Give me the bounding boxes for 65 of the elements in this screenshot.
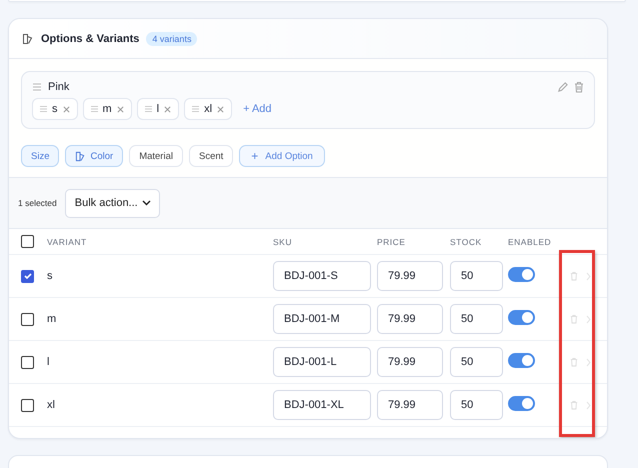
variant-name: l bbox=[47, 356, 50, 368]
section-title: Options & Variants bbox=[41, 32, 140, 44]
value-chip[interactable]: s bbox=[32, 98, 78, 120]
drag-handle-icon[interactable] bbox=[90, 106, 98, 112]
chevron-right-icon[interactable] bbox=[586, 400, 591, 410]
drag-handle-icon[interactable] bbox=[192, 106, 200, 112]
option-type-button[interactable]: Size bbox=[21, 145, 60, 167]
row-checkbox[interactable] bbox=[21, 270, 34, 282]
value-label: l bbox=[156, 103, 160, 115]
drag-handle-icon[interactable] bbox=[32, 83, 42, 91]
row-checkbox[interactable] bbox=[21, 356, 34, 368]
value-label: xl bbox=[204, 103, 212, 115]
price-field[interactable]: 79.99 bbox=[377, 304, 443, 334]
chevron-right-icon[interactable] bbox=[586, 272, 591, 280]
option-type-button[interactable]: Scent bbox=[188, 145, 234, 167]
close-icon[interactable] bbox=[116, 106, 124, 112]
chevron-right-icon[interactable] bbox=[586, 358, 591, 366]
price-field[interactable]: 79.99 bbox=[377, 261, 443, 291]
value-label: s bbox=[52, 103, 58, 115]
stock-field[interactable]: 50 bbox=[450, 347, 503, 377]
drag-handle-icon[interactable] bbox=[144, 106, 152, 112]
sku-field[interactable]: BDJ-001-L bbox=[273, 347, 371, 377]
enabled-toggle[interactable] bbox=[508, 353, 535, 368]
stock-field[interactable]: 50 bbox=[450, 261, 503, 291]
variant-name: xl bbox=[47, 399, 55, 411]
option-type-button[interactable]: Color bbox=[65, 145, 124, 167]
chevron-down-icon bbox=[142, 200, 151, 206]
variant-count-badge: 4 variants bbox=[146, 32, 198, 46]
value-chip[interactable]: xl bbox=[184, 98, 232, 120]
variant-name: s bbox=[47, 270, 52, 282]
row-checkbox[interactable] bbox=[21, 312, 34, 326]
sku-field[interactable]: BDJ-001-S bbox=[273, 261, 371, 291]
column-header: PRICE bbox=[377, 236, 406, 246]
stock-field[interactable]: 50 bbox=[450, 390, 503, 420]
value-label: m bbox=[102, 103, 112, 115]
close-icon[interactable] bbox=[62, 106, 70, 112]
variant-name: m bbox=[47, 313, 56, 325]
edit-icon[interactable] bbox=[557, 82, 568, 92]
close-icon[interactable] bbox=[217, 106, 224, 112]
column-header: SKU bbox=[273, 236, 292, 246]
column-header: STOCK bbox=[450, 236, 482, 246]
select-all-checkbox[interactable] bbox=[21, 235, 34, 248]
price-field[interactable]: 79.99 bbox=[377, 347, 443, 377]
option-type-button[interactable]: Material bbox=[129, 145, 183, 167]
close-icon[interactable] bbox=[164, 106, 172, 112]
enabled-toggle[interactable] bbox=[508, 310, 535, 325]
trash-icon[interactable] bbox=[574, 81, 584, 93]
value-chip[interactable]: m bbox=[82, 98, 132, 120]
selection-count: 1 selected bbox=[18, 198, 57, 208]
option-name: Pink bbox=[48, 81, 70, 93]
check-icon bbox=[22, 271, 32, 281]
layers-icon bbox=[22, 32, 34, 44]
sku-field[interactable]: BDJ-001-XL bbox=[273, 390, 371, 420]
column-header: ENABLED bbox=[508, 236, 552, 246]
stock-field[interactable]: 50 bbox=[450, 304, 503, 334]
sku-field[interactable]: BDJ-001-M bbox=[273, 304, 371, 334]
price-field[interactable]: 79.99 bbox=[377, 390, 443, 420]
drag-handle-icon[interactable] bbox=[40, 106, 47, 112]
enabled-toggle[interactable] bbox=[508, 396, 535, 411]
chevron-right-icon[interactable] bbox=[586, 314, 591, 324]
row-checkbox[interactable] bbox=[21, 398, 34, 412]
enabled-toggle[interactable] bbox=[508, 267, 535, 282]
column-header: VARIANT bbox=[47, 236, 87, 246]
value-chip[interactable]: l bbox=[136, 98, 180, 120]
bulk-action-dropdown[interactable]: Bulk action... bbox=[64, 188, 160, 218]
